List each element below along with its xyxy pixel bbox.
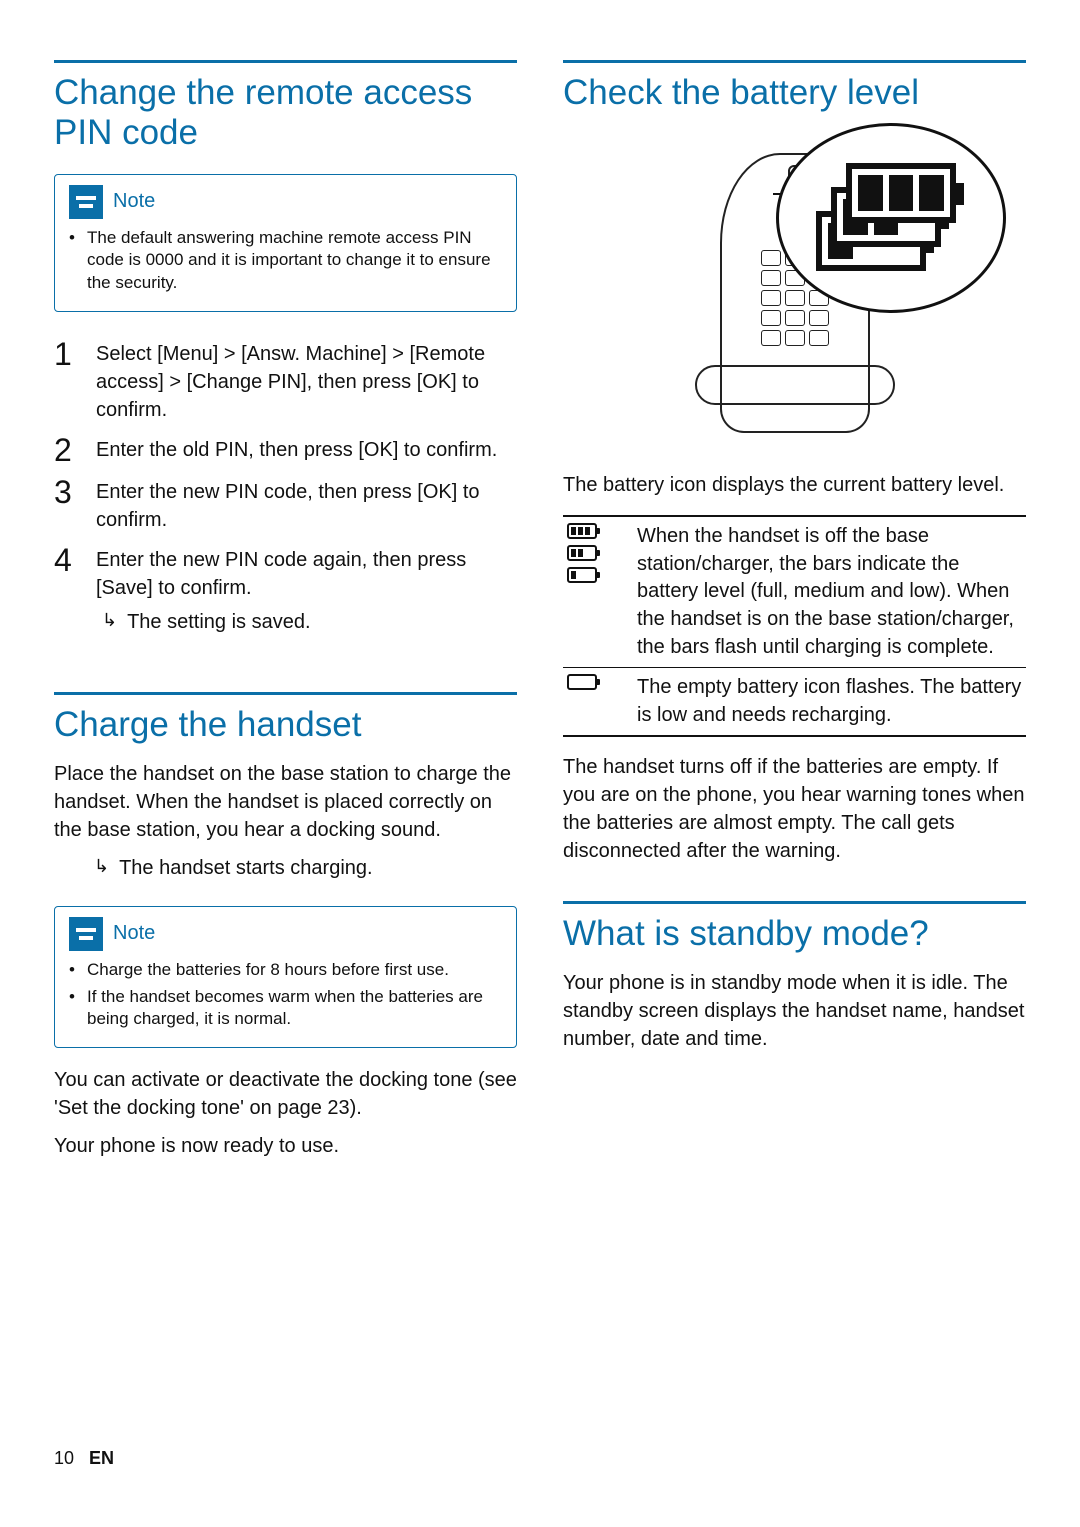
note-icon xyxy=(69,185,103,219)
step-number: 3 xyxy=(54,476,80,534)
page-lang: EN xyxy=(89,1448,114,1468)
heading-change-pin: Change the remote access PIN code xyxy=(54,73,517,154)
battery-row-text: The empty battery icon flashes. The batt… xyxy=(633,668,1026,736)
step-number: 1 xyxy=(54,338,80,424)
result-arrow-icon: ↳ xyxy=(94,854,109,882)
charge-intro: Place the handset on the base station to… xyxy=(54,760,517,844)
right-column: Check the battery level xyxy=(563,60,1026,1487)
battery-medium-icon xyxy=(567,545,597,561)
section-rule xyxy=(563,60,1026,63)
note-item: The default answering machine remote acc… xyxy=(69,227,502,296)
battery-low-icon xyxy=(567,567,597,583)
section-rule xyxy=(54,60,517,63)
note-item: If the handset becomes warm when the bat… xyxy=(69,986,502,1032)
steps-change-pin: 1 Select [Menu] > [Answ. Machine] > [Rem… xyxy=(54,338,517,646)
section-rule xyxy=(54,692,517,695)
battery-tail-text: The handset turns off if the batteries a… xyxy=(563,753,1026,865)
result-arrow-icon: ↳ xyxy=(102,608,117,636)
step: 4 Enter the new PIN code again, then pre… xyxy=(54,544,517,636)
battery-row-text: When the handset is off the base station… xyxy=(633,516,1026,667)
note-box-charge: Note Charge the batteries for 8 hours be… xyxy=(54,906,517,1049)
charge-result: The handset starts charging. xyxy=(119,854,372,882)
step: 2 Enter the old PIN, then press [OK] to … xyxy=(54,434,517,466)
page-footer: 10 EN xyxy=(54,1448,114,1469)
base-station-drawing xyxy=(695,365,895,405)
page-number: 10 xyxy=(54,1448,74,1468)
step-number: 4 xyxy=(54,544,80,636)
step-number: 2 xyxy=(54,434,80,466)
standby-body: Your phone is in standby mode when it is… xyxy=(563,969,1026,1053)
step: 3 Enter the new PIN code, then press [OK… xyxy=(54,476,517,534)
step-text: Enter the new PIN code again, then press… xyxy=(96,549,466,599)
battery-table: When the handset is off the base station… xyxy=(563,515,1026,737)
battery-full-icon xyxy=(567,523,597,539)
battery-empty-icon xyxy=(567,674,597,690)
note-label: Note xyxy=(113,922,155,945)
battery-full-icon xyxy=(846,163,956,223)
table-row: When the handset is off the base station… xyxy=(563,516,1026,667)
heading-charge-handset: Charge the handset xyxy=(54,705,517,745)
step-text: Select [Menu] > [Answ. Machine] > [Remot… xyxy=(96,338,517,424)
ready-text: Your phone is now ready to use. xyxy=(54,1132,517,1160)
step-text: Enter the old PIN, then press [OK] to co… xyxy=(96,434,517,466)
note-label: Note xyxy=(113,190,155,213)
battery-illustration xyxy=(563,133,1026,453)
note-item: Charge the batteries for 8 hours before … xyxy=(69,959,502,982)
step: 1 Select [Menu] > [Answ. Machine] > [Rem… xyxy=(54,338,517,424)
left-column: Change the remote access PIN code Note T… xyxy=(54,60,517,1487)
step-text: Enter the new PIN code, then press [OK] … xyxy=(96,476,517,534)
note-box-pin: Note The default answering machine remot… xyxy=(54,174,517,313)
battery-caption: The battery icon displays the current ba… xyxy=(563,471,1026,499)
docking-tone-ref: You can activate or deactivate the docki… xyxy=(54,1066,517,1122)
heading-battery-level: Check the battery level xyxy=(563,73,1026,113)
table-row: The empty battery icon flashes. The batt… xyxy=(563,668,1026,736)
battery-callout xyxy=(776,123,1006,313)
section-rule xyxy=(563,901,1026,904)
heading-standby: What is standby mode? xyxy=(563,914,1026,954)
note-icon xyxy=(69,917,103,951)
step-result: The setting is saved. xyxy=(127,608,310,636)
